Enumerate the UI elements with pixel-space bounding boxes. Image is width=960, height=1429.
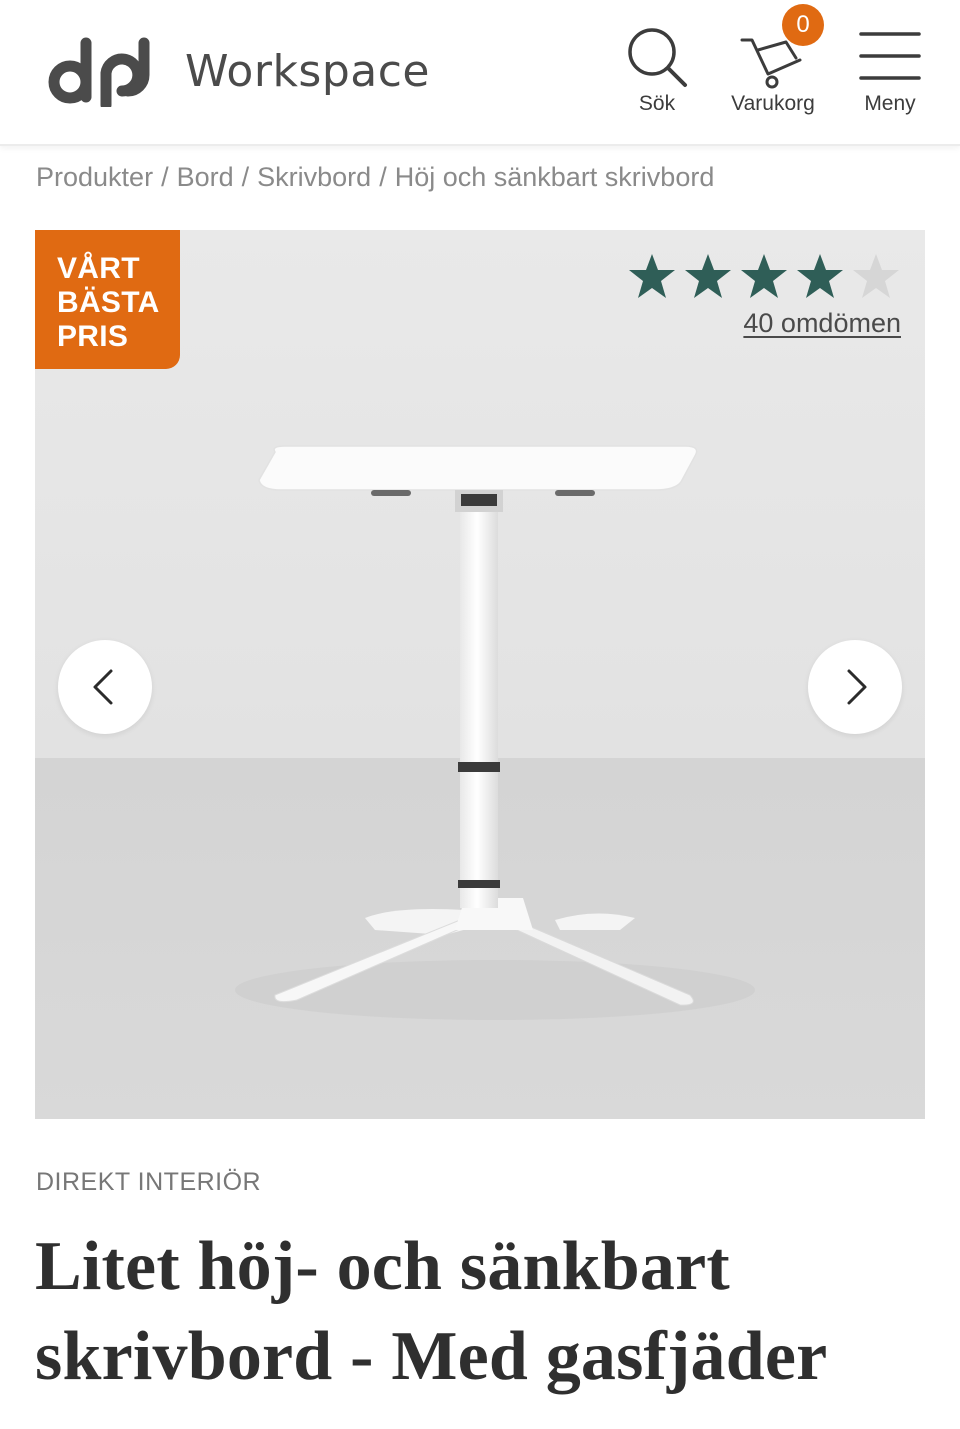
best-price-badge: VÅRT BÄSTA PRIS (35, 230, 180, 369)
breadcrumb: Produkter / Bord / Skrivbord / Höj och sänkbar… (36, 162, 714, 193)
star-empty-icon (853, 254, 899, 298)
star-filled-icon (741, 254, 787, 298)
cart-label: Varukorg (731, 92, 815, 115)
cart-count-badge: 0 (782, 4, 824, 46)
next-image-button[interactable] (808, 640, 902, 734)
star-filled-icon (797, 254, 843, 298)
badge-line-1: VÅRT (57, 252, 140, 285)
search-button[interactable]: Sök (614, 22, 700, 116)
search-icon (628, 28, 687, 87)
chevron-right-icon (847, 669, 867, 705)
search-label: Sök (638, 92, 676, 115)
breadcrumb-item-produkter[interactable]: Produkter (36, 162, 153, 192)
previous-image-button[interactable] (58, 640, 152, 734)
logo-link[interactable]: Workspace (48, 34, 430, 108)
star-filled-icon (685, 254, 731, 298)
breadcrumb-item-skrivbord[interactable]: Skrivbord (257, 162, 371, 192)
rating-stars (627, 252, 901, 300)
cart-button[interactable]: 0 Varukorg (720, 4, 826, 116)
menu-button[interactable]: Meny (850, 22, 930, 116)
product-brand: DIREKT INTERIÖR (36, 1168, 262, 1196)
breadcrumb-current: Höj och sänkbart skrivbord (394, 162, 715, 192)
dpj-logo-icon (48, 37, 150, 107)
product-title: Litet höj- och sänkbart skrivbord - Med … (35, 1228, 828, 1395)
site-header: Workspace Sök 0 Varukorg Meny (0, 0, 960, 146)
breadcrumb-item-bord[interactable]: Bord (177, 162, 234, 192)
breadcrumb-separator: / (161, 162, 169, 192)
chevron-left-icon (93, 669, 113, 705)
product-image-gallery[interactable]: VÅRT BÄSTA PRIS 40 omdömen (35, 230, 925, 1119)
menu-label: Meny (864, 92, 916, 115)
badge-line-3: PRIS (57, 320, 129, 353)
breadcrumb-separator: / (241, 162, 250, 192)
badge-line-2: BÄSTA (57, 286, 160, 319)
reviews-link[interactable]: 40 omdömen (743, 308, 901, 339)
star-filled-icon (629, 254, 675, 298)
logo-text: Workspace (185, 45, 430, 97)
hamburger-menu-icon (859, 32, 921, 80)
breadcrumb-separator: / (379, 162, 387, 192)
product-rating: 40 omdömen (627, 252, 901, 339)
